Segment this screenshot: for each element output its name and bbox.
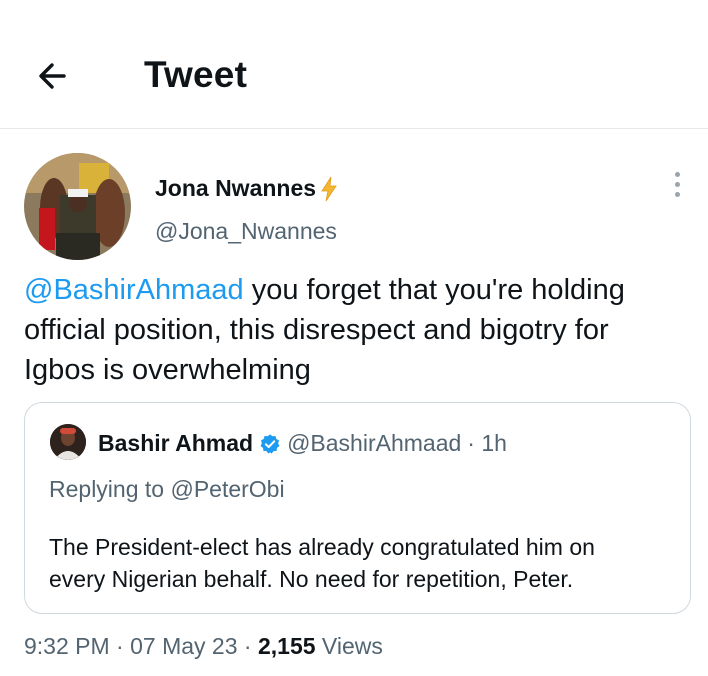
tweet-meta: 9:32 PM · 07 May 23 · 2,155 Views	[24, 633, 383, 660]
quoted-handle: @BashirAhmaad	[287, 430, 462, 456]
quoted-replying-to: Replying to @PeterObi	[49, 476, 285, 503]
tweet-time[interactable]: 9:32 PM	[24, 633, 110, 659]
arrow-left-icon	[39, 63, 66, 89]
page-title: Tweet	[144, 54, 248, 95]
author-name-text: Jona Nwannes	[155, 175, 317, 201]
meta-separator: ·	[237, 633, 258, 659]
mention-link[interactable]: @BashirAhmaad	[24, 274, 244, 306]
quoted-tweet-text: The President-elect has already congratu…	[49, 531, 679, 595]
quoted-line-1: The President-elect has already congratu…	[49, 534, 595, 560]
tweet-line-1: @BashirAhmaad you forget that you're hol…	[24, 270, 694, 310]
meta-separator: ·	[109, 633, 131, 659]
quoted-author-name: Bashir Ahmad	[98, 430, 254, 456]
avatar[interactable]	[24, 153, 131, 260]
quoted-avatar-photo	[50, 424, 86, 460]
replying-to-handle: @PeterObi	[170, 476, 285, 502]
tweet-date[interactable]: 07 May 23	[130, 633, 237, 659]
header-divider	[0, 128, 708, 129]
views-count: 2,155	[257, 633, 316, 659]
views-label: Views	[315, 633, 383, 659]
more-options-button[interactable]	[668, 172, 686, 202]
author-name[interactable]: Jona Nwannes	[155, 175, 340, 202]
lightning-bolt-icon	[321, 176, 337, 201]
quoted-timestamp: · 1h	[467, 430, 507, 456]
tweet-line-2: official position, this disrespect and b…	[24, 314, 609, 346]
tweet-line-3: Igbos is overwhelming	[24, 354, 311, 386]
more-vertical-icon	[668, 172, 686, 197]
author-handle[interactable]: @Jona_Nwannes	[155, 218, 337, 245]
tweet-line-1-text: you forget that you're holding	[243, 274, 625, 306]
tweet-text: @BashirAhmaad you forget that you're hol…	[24, 270, 694, 390]
quoted-header: Bashir Ahmad @BashirAhmaad · 1h	[98, 430, 507, 457]
app-header: Tweet	[0, 0, 708, 128]
back-button[interactable]	[34, 56, 78, 96]
quoted-line-2: every Nigerian behalf. No need for repet…	[49, 566, 574, 592]
replying-to-label: Replying to	[49, 476, 171, 502]
avatar-photo	[24, 153, 131, 260]
verified-badge-icon	[260, 433, 280, 454]
quoted-tweet-card[interactable]: Bashir Ahmad @BashirAhmaad · 1h Replying…	[24, 402, 691, 614]
quoted-avatar	[50, 424, 86, 460]
